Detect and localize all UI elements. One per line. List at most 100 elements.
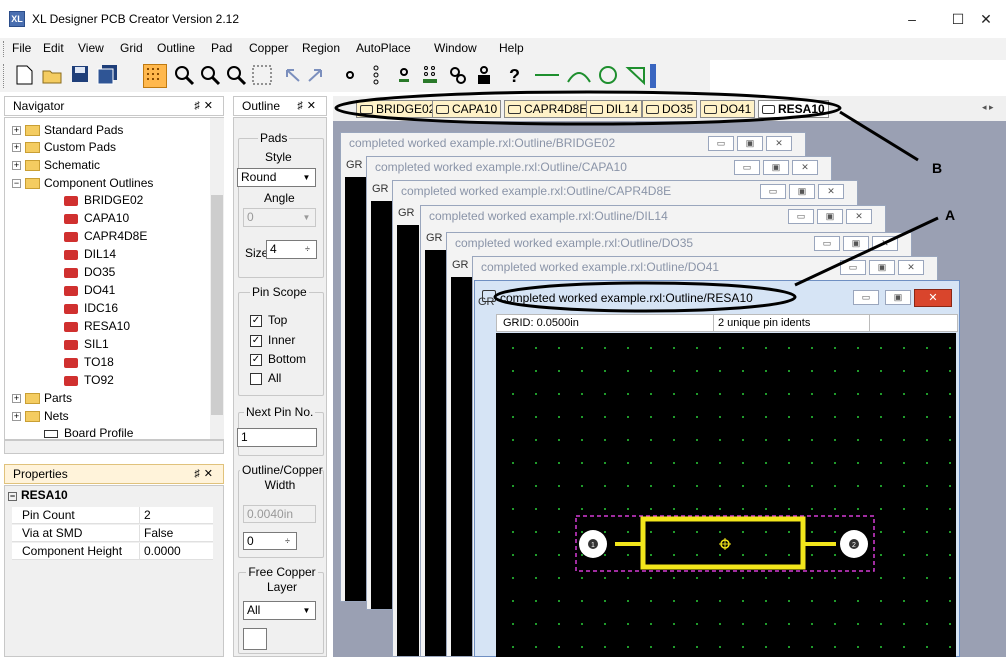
doc-tab-do35[interactable]: DO35: [642, 100, 698, 118]
new-file-icon[interactable]: [12, 64, 36, 88]
undo-icon[interactable]: [280, 64, 304, 88]
pin-icon[interactable]: ♯: [194, 100, 204, 112]
tree-component[interactable]: SIL1: [64, 336, 109, 353]
zoom-extents-icon[interactable]: [250, 64, 274, 88]
doc-tab-resa10[interactable]: RESA10: [758, 100, 829, 118]
pad-pair-icon[interactable]: [392, 64, 416, 88]
close-icon[interactable]: ✕: [307, 100, 320, 112]
close-button[interactable]: ✕: [966, 6, 1006, 32]
property-value[interactable]: False: [139, 525, 213, 542]
tree-component[interactable]: BRIDGE02: [64, 192, 143, 209]
copper-color-swatch[interactable]: [243, 628, 267, 650]
menu-grid[interactable]: Grid: [120, 41, 143, 55]
close-icon[interactable]: ✕: [898, 260, 924, 275]
doc-tab-capr4d8e[interactable]: CAPR4D8E: [504, 100, 592, 118]
close-icon[interactable]: ✕: [766, 136, 792, 151]
minimize-icon[interactable]: ▭: [788, 209, 814, 224]
close-icon[interactable]: ✕: [204, 100, 217, 112]
save-all-icon[interactable]: [96, 64, 120, 88]
property-row[interactable]: Component Height 0.0000: [12, 543, 213, 560]
tree-component[interactable]: TO92: [64, 372, 114, 389]
expand-icon[interactable]: +: [12, 412, 21, 422]
doc-tab-bridge02[interactable]: BRIDGE02: [356, 100, 440, 118]
expand-icon[interactable]: +: [12, 143, 21, 153]
menu-grip[interactable]: [3, 41, 6, 57]
tree-folder-standard-pads[interactable]: + Standard Pads: [12, 122, 123, 139]
angle-select[interactable]: 0 ▼: [243, 208, 316, 227]
tab-scroll-arrows[interactable]: ◂ ▸: [982, 102, 994, 113]
restore-icon[interactable]: ▣: [817, 209, 843, 224]
minimize-button[interactable]: –: [889, 6, 935, 32]
minimize-icon[interactable]: ▭: [760, 184, 786, 199]
menu-help[interactable]: Help: [499, 41, 524, 55]
collapse-icon[interactable]: −: [8, 492, 17, 501]
link-pads-icon[interactable]: [446, 64, 470, 88]
menu-window[interactable]: Window: [434, 41, 477, 55]
draw-circle-icon[interactable]: [596, 64, 620, 88]
minimize-icon[interactable]: ▭: [840, 260, 866, 275]
menu-edit[interactable]: Edit: [43, 41, 64, 55]
zoom-window-icon[interactable]: [224, 64, 248, 88]
menu-outline[interactable]: Outline: [157, 41, 195, 55]
free-copper-select[interactable]: All ▼: [243, 601, 316, 620]
open-folder-icon[interactable]: [40, 64, 64, 88]
restore-icon[interactable]: ▣: [869, 260, 895, 275]
checkbox-bottom[interactable]: ✓ Bottom: [250, 352, 306, 366]
close-icon[interactable]: ✕: [914, 289, 952, 307]
next-pin-input[interactable]: 1: [237, 428, 317, 447]
tree-component[interactable]: DO35: [64, 264, 115, 281]
restore-icon[interactable]: ▣: [789, 184, 815, 199]
menu-copper[interactable]: Copper: [249, 41, 288, 55]
style-select[interactable]: Round ▼: [237, 168, 316, 187]
pad-grid-icon[interactable]: [418, 64, 442, 88]
tree-folder-component-outlines[interactable]: − Component Outlines: [12, 175, 153, 192]
collapse-icon[interactable]: −: [12, 179, 21, 189]
doc-tab-do41[interactable]: DO41: [700, 100, 756, 118]
expand-icon[interactable]: +: [12, 126, 21, 136]
close-icon[interactable]: ✕: [846, 209, 872, 224]
zoom-in-icon[interactable]: [172, 64, 196, 88]
menu-view[interactable]: View: [78, 41, 104, 55]
minimize-icon[interactable]: ▭: [708, 136, 734, 151]
property-value[interactable]: 2: [139, 507, 213, 524]
doc-tab-dil14[interactable]: DIL14: [586, 100, 643, 118]
navigator-scroll-thumb[interactable]: [211, 195, 223, 415]
checkbox-inner[interactable]: ✓ Inner: [250, 333, 295, 347]
minimize-icon[interactable]: ▭: [853, 290, 879, 305]
property-value[interactable]: 0.0000: [139, 543, 213, 560]
pad-column-icon[interactable]: [364, 64, 388, 88]
tree-component[interactable]: RESA10: [64, 318, 130, 335]
tree-component[interactable]: IDC16: [64, 300, 118, 317]
draw-arc-icon[interactable]: [566, 64, 591, 88]
tree-folder-custom-pads[interactable]: + Custom Pads: [12, 139, 116, 156]
expand-icon[interactable]: +: [12, 394, 21, 404]
grid-toggle-icon[interactable]: [143, 64, 167, 88]
doc-tab-capa10[interactable]: CAPA10: [432, 100, 502, 118]
menu-pad[interactable]: Pad: [211, 41, 232, 55]
tree-component[interactable]: TO18: [64, 354, 114, 371]
redo-icon[interactable]: [304, 64, 328, 88]
close-icon[interactable]: ✕: [204, 468, 217, 480]
minimize-icon[interactable]: ▭: [734, 160, 760, 175]
spinner-icon[interactable]: ÷: [280, 534, 295, 549]
menu-file[interactable]: File: [12, 41, 31, 55]
spinner-icon[interactable]: ÷: [300, 242, 315, 257]
pcb-canvas[interactable]: 1 2: [496, 333, 956, 657]
restore-icon[interactable]: ▣: [737, 136, 763, 151]
width-spinner[interactable]: 0 ÷: [243, 532, 297, 550]
tree-folder-schematic[interactable]: + Schematic: [12, 157, 100, 174]
component-pad-icon[interactable]: [472, 64, 496, 88]
checkbox-all[interactable]: All: [250, 371, 281, 385]
pin-icon[interactable]: ♯: [297, 100, 307, 112]
size-spinner[interactable]: 4 ÷: [266, 240, 317, 259]
close-icon[interactable]: ✕: [818, 184, 844, 199]
draw-line-icon[interactable]: [534, 64, 559, 88]
tree-component[interactable]: DO41: [64, 282, 115, 299]
pad-icon[interactable]: [338, 64, 362, 88]
restore-icon[interactable]: ▣: [885, 290, 911, 305]
navigator-hscrollbar[interactable]: [4, 440, 224, 454]
minimize-icon[interactable]: ▭: [814, 236, 840, 251]
tree-component[interactable]: DIL14: [64, 246, 116, 263]
tree-folder-parts[interactable]: + Parts: [12, 390, 72, 407]
help-icon[interactable]: ?: [502, 64, 526, 88]
